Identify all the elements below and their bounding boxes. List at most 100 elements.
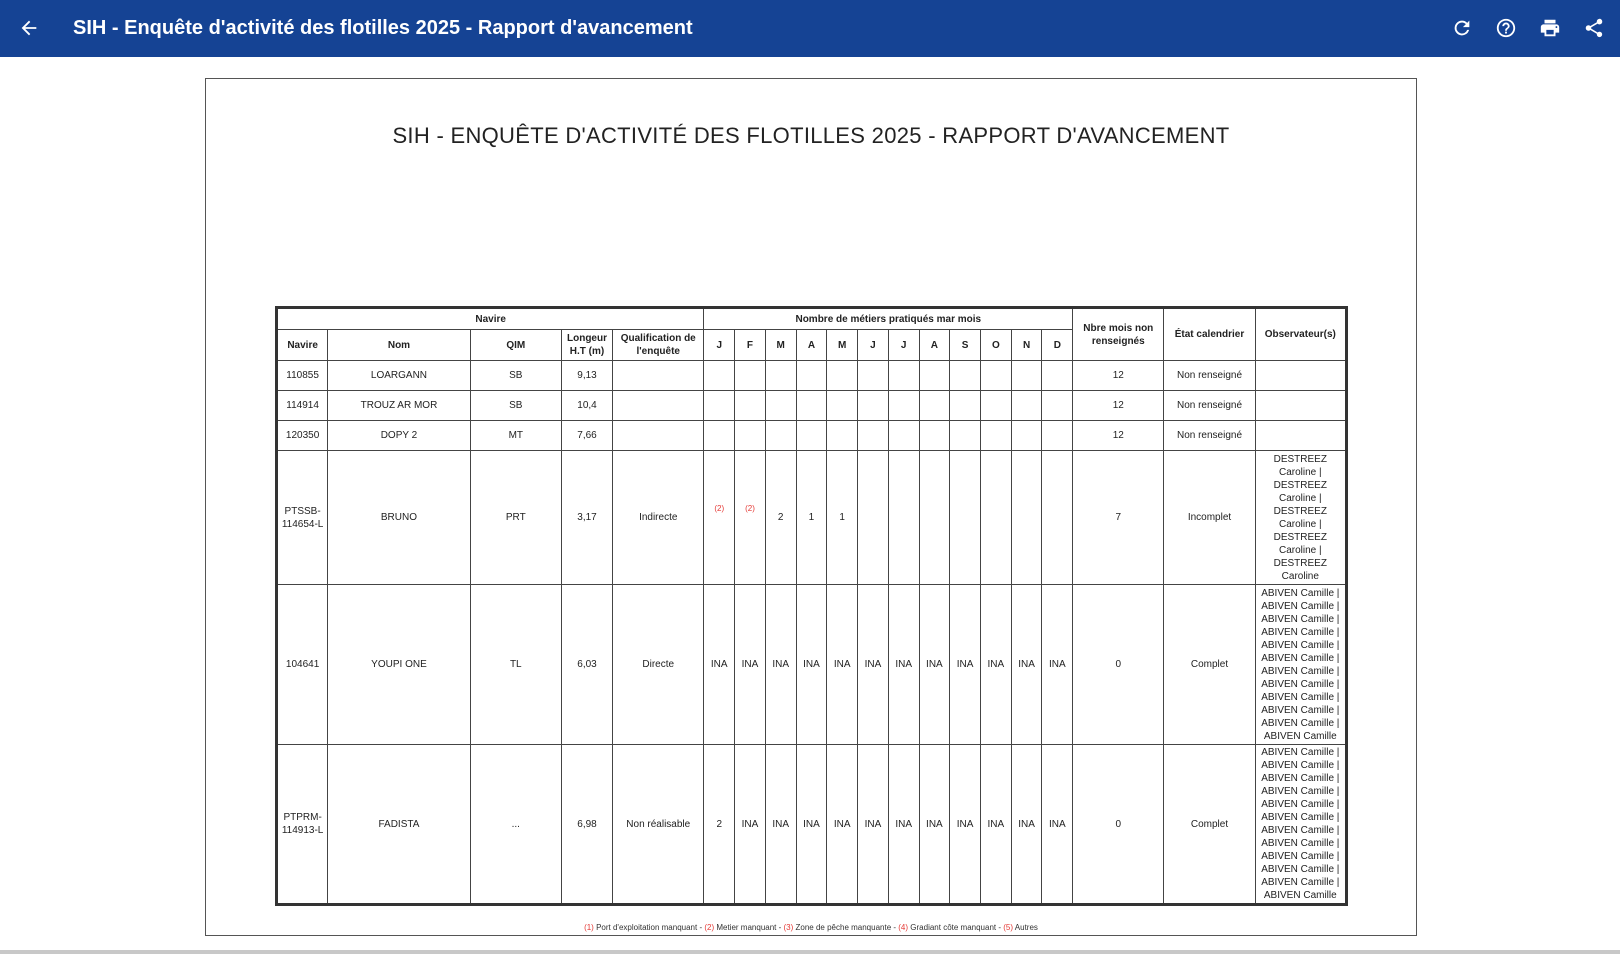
share-button[interactable] [1574, 8, 1614, 48]
cell-month: INA [1010, 744, 1043, 905]
cell-month: INA [857, 584, 889, 745]
arrow-left-icon [21, 20, 37, 36]
cell-nbre-mois-text: 12 [1112, 370, 1124, 381]
col-header-month: J [703, 329, 736, 361]
cell-month: 2 [703, 744, 736, 905]
cell-nom: TROUZ AR MOR [327, 390, 471, 421]
cell-month: INA [979, 744, 1012, 905]
cell-month: INA [734, 744, 766, 905]
legend-label: Gradiant côte manquant [910, 923, 997, 932]
cell-month [764, 390, 797, 421]
cell-month [918, 390, 951, 421]
col-header-month: D [1041, 329, 1074, 361]
cell-observateurs: ABIVEN Camille | ABIVEN Camille | ABIVEN… [1254, 584, 1348, 745]
col-header-month: F [734, 329, 766, 361]
cell-qualification: Indirecte [612, 450, 705, 585]
cell-qim-text: TL [509, 659, 522, 670]
cell-month-text: INA [1018, 659, 1035, 670]
col-header-longueur: Longeur H.T (m) [560, 329, 614, 361]
cell-etat-text: Complet [1190, 659, 1229, 670]
cell-month [826, 420, 859, 451]
cell-month [918, 450, 951, 585]
cell-month: INA [764, 584, 797, 745]
cell-month [857, 450, 889, 585]
legend-number: (2) [704, 923, 715, 932]
help-icon [1496, 18, 1516, 38]
cell-longueur-text: 3,17 [577, 512, 597, 523]
cell-month [1010, 420, 1043, 451]
cell-qualification-text: Non réalisable [626, 818, 691, 830]
cell-month [887, 450, 920, 585]
cell-nbre-mois-text: 7 [1115, 512, 1122, 523]
cell-etat: Complet [1163, 584, 1256, 745]
cell-nom-text: FADISTA [378, 818, 420, 830]
cell-month-text: INA [1048, 659, 1066, 670]
cell-nbre-mois: 12 [1072, 390, 1165, 421]
legend-number: (1) [584, 923, 594, 932]
cell-month-text: INA [895, 659, 912, 670]
cell-month: INA [887, 584, 920, 745]
legend-label: Metier manquant [716, 923, 777, 932]
cell-month [1010, 450, 1043, 585]
cell-longueur: 6,03 [560, 584, 614, 745]
cell-month [703, 420, 736, 451]
cell-nom: DOPY 2 [327, 420, 471, 451]
cell-observateurs: DESTREEZ Caroline | DESTREEZ Caroline | … [1254, 450, 1348, 585]
col-header-qim: QIM [469, 329, 562, 361]
cell-qualification [612, 360, 705, 391]
cell-month [734, 420, 766, 451]
cell-longueur-text: 6,03 [577, 659, 597, 670]
cell-month: INA [857, 744, 889, 905]
cell-longueur-text: 6,98 [577, 818, 597, 830]
cell-month: INA [826, 584, 859, 745]
col-header-month: J [857, 329, 889, 361]
cell-nbre-mois-text: 12 [1112, 430, 1124, 441]
cell-navire-text: 120350 [285, 430, 320, 441]
col-header-qualification: Qualification de l'enquête [612, 329, 705, 361]
cell-month [918, 360, 951, 391]
refresh-icon [1454, 20, 1470, 36]
cell-nom-text: YOUPI ONE [371, 659, 427, 670]
cell-month [857, 420, 889, 451]
legend-label: Zone de pêche manquante [795, 923, 892, 932]
cell-etat-text: Non renseigné [1176, 400, 1243, 411]
cell-observateurs [1254, 390, 1348, 421]
cell-nbre-mois: 12 [1072, 360, 1165, 391]
help-button[interactable] [1486, 8, 1526, 48]
cell-month: INA [734, 584, 766, 745]
cell-month: INA [918, 584, 951, 745]
cell-nom: BRUNO [327, 450, 471, 585]
back-button[interactable] [9, 8, 49, 48]
print-button[interactable] [1530, 8, 1570, 48]
cell-qim-text: PRT [505, 512, 526, 523]
cell-month-text: INA [987, 818, 1005, 830]
cell-qualification [612, 390, 705, 421]
cell-month [1010, 360, 1043, 391]
refresh-button[interactable] [1442, 8, 1482, 48]
cell-etat: Non renseigné [1163, 420, 1256, 451]
cell-month-text: INA [772, 818, 790, 830]
cell-month-text: INA [803, 818, 820, 830]
cell-month [826, 390, 859, 421]
cell-month-text: INA [1018, 818, 1035, 830]
cell-etat-text: Non renseigné [1176, 370, 1243, 381]
cell-longueur: 3,17 [560, 450, 614, 585]
cell-month [795, 420, 828, 451]
cell-month-text: INA [895, 818, 912, 830]
cell-etat: Non renseigné [1163, 390, 1256, 421]
legend-label: Autres [1014, 923, 1038, 932]
cell-month: INA [795, 744, 828, 905]
cell-qim: MT [469, 420, 562, 451]
cell-month [1041, 360, 1074, 391]
cell-etat-text: Complet [1190, 818, 1229, 830]
cell-navire: PTPRM-114913-L [275, 744, 329, 905]
horizontal-scrollbar[interactable] [0, 950, 1620, 954]
cell-month [734, 360, 766, 391]
cell-navire: 120350 [275, 420, 329, 451]
cell-month [949, 390, 981, 421]
col-header-nom: Nom [327, 329, 471, 361]
cell-navire: PTSSB-114654-L [275, 450, 329, 585]
cell-qim-text: SB [509, 400, 523, 411]
cell-nbre-mois: 0 [1072, 584, 1165, 745]
col-header-month: J [887, 329, 920, 361]
